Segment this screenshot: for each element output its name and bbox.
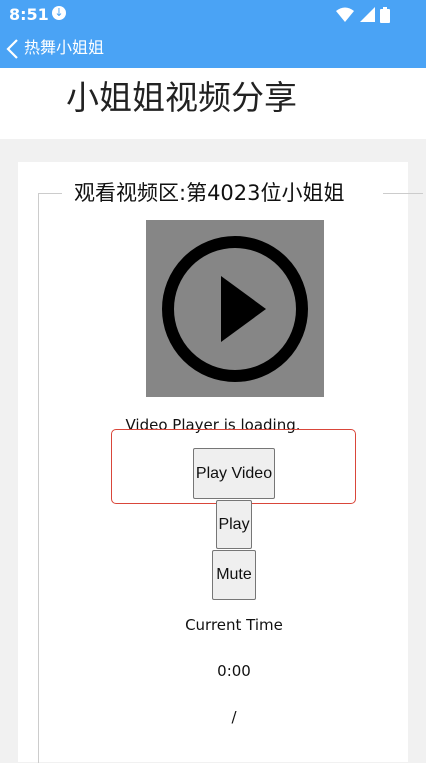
status-bar: 8:51 ↓: [0, 0, 426, 30]
battery-icon: [380, 7, 390, 23]
fieldset-border: [38, 193, 62, 194]
chevron-left-icon: [6, 39, 18, 59]
play-video-button[interactable]: Play Video: [193, 448, 275, 499]
video-section-legend: 观看视频区:第4023位小姐姐: [74, 181, 345, 205]
download-icon: ↓: [52, 6, 66, 20]
video-thumbnail[interactable]: [146, 220, 324, 397]
back-button[interactable]: [4, 38, 22, 60]
signal-icon: [359, 7, 375, 22]
wifi-icon: [335, 7, 354, 22]
app-titlebar: 热舞小姐姐: [0, 30, 426, 68]
fieldset-border: [383, 193, 423, 194]
window-title: 热舞小姐姐: [24, 38, 105, 57]
play-circle-icon: [162, 236, 308, 382]
current-time-value: 0:00: [217, 662, 251, 680]
status-icons: [335, 7, 390, 23]
mute-button[interactable]: Mute: [212, 550, 256, 600]
play-button[interactable]: Play: [216, 500, 252, 549]
page-title: 小姐姐视频分享: [66, 78, 297, 117]
current-time-label: Current Time: [185, 616, 283, 634]
time-separator: /: [231, 708, 237, 726]
status-time: 8:51: [9, 5, 49, 24]
page-header: 小姐姐视频分享: [0, 68, 426, 139]
